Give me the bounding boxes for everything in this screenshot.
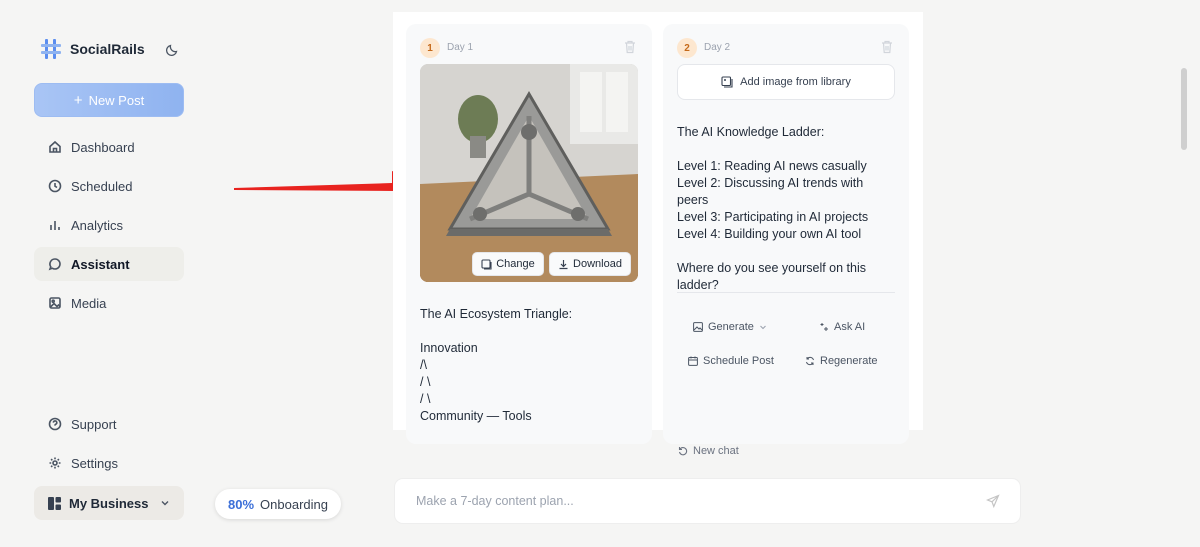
chat-bubble-icon	[48, 258, 61, 271]
divider	[677, 292, 895, 293]
add-image-from-library-button[interactable]: Add image from library	[677, 64, 895, 100]
calendar-icon	[688, 356, 698, 366]
download-image-button[interactable]: Download	[549, 252, 631, 276]
images-icon	[721, 76, 733, 88]
business-switcher[interactable]: My Business	[34, 486, 184, 520]
chevron-down-icon	[759, 325, 766, 330]
image-icon	[693, 322, 703, 332]
sparkles-icon	[820, 323, 828, 331]
schedule-post-button[interactable]: Schedule Post	[688, 355, 774, 367]
trash-icon[interactable]	[624, 40, 636, 54]
post-card-day-2: 2 Day 2 Add image from library The AI Kn…	[663, 24, 909, 444]
nav-assistant[interactable]: Assistant	[34, 247, 184, 281]
page-scrollbar[interactable]	[1181, 68, 1187, 150]
nav-support[interactable]: Support	[34, 407, 184, 441]
send-icon[interactable]	[986, 494, 1000, 508]
post-text[interactable]: The AI Ecosystem Triangle: Innovation /\…	[420, 306, 640, 425]
change-image-button[interactable]: Change	[472, 252, 544, 276]
day-number-badge: 2	[677, 38, 697, 58]
onboarding-percent: 80%	[228, 496, 255, 512]
ai-ecosystem-triangle-photo	[420, 64, 638, 282]
post-text[interactable]: The AI Knowledge Ladder: Level 1: Readin…	[677, 124, 895, 294]
new-post-button[interactable]: + New Post	[34, 83, 184, 117]
chat-composer	[395, 479, 1020, 523]
day-label: Day 1	[447, 42, 474, 53]
download-icon	[559, 259, 568, 269]
ask-ai-button[interactable]: Ask AI	[819, 321, 865, 333]
trash-icon[interactable]	[881, 40, 893, 54]
nav-media[interactable]: Media	[34, 286, 184, 320]
post-image: Change Download	[420, 64, 638, 282]
new-chat-button[interactable]: New chat	[678, 445, 739, 457]
images-icon	[481, 258, 492, 270]
chat-input[interactable]	[416, 494, 956, 508]
sidebar: SocialRails + New Post Dashboard Schedul…	[0, 0, 210, 547]
nav-analytics[interactable]: Analytics	[34, 208, 184, 242]
clock-icon	[48, 179, 62, 193]
generate-dropdown[interactable]: Generate	[693, 321, 767, 333]
onboarding-progress[interactable]: 80% Onboarding	[215, 489, 341, 519]
regenerate-button[interactable]: Regenerate	[805, 355, 878, 367]
brand-name: SocialRails	[70, 41, 145, 57]
bar-chart-icon	[50, 221, 60, 230]
home-icon	[49, 140, 61, 153]
moon-icon[interactable]	[166, 42, 180, 56]
rotate-ccw-icon	[678, 447, 688, 456]
day-label: Day 2	[704, 42, 731, 53]
onboarding-label: Onboarding	[260, 496, 328, 512]
nav-dashboard[interactable]: Dashboard	[34, 130, 184, 164]
refresh-icon	[806, 356, 814, 366]
socialrails-logo-icon	[41, 39, 61, 59]
brand[interactable]: SocialRails	[40, 38, 145, 60]
gear-icon	[49, 457, 61, 469]
post-card-day-1: 1 Day 1 Change Download The AI Ecosystem…	[406, 24, 652, 444]
plus-icon: +	[73, 91, 83, 109]
help-circle-icon	[48, 417, 62, 431]
chevron-down-icon	[161, 501, 169, 506]
image-icon	[49, 297, 61, 309]
content-plan-panel: 1 Day 1 Change Download The AI Ecosystem…	[393, 12, 923, 444]
layout-grid-icon	[48, 496, 61, 510]
nav-settings[interactable]: Settings	[34, 446, 184, 480]
day-number-badge: 1	[420, 38, 440, 58]
nav-scheduled[interactable]: Scheduled	[34, 169, 184, 203]
